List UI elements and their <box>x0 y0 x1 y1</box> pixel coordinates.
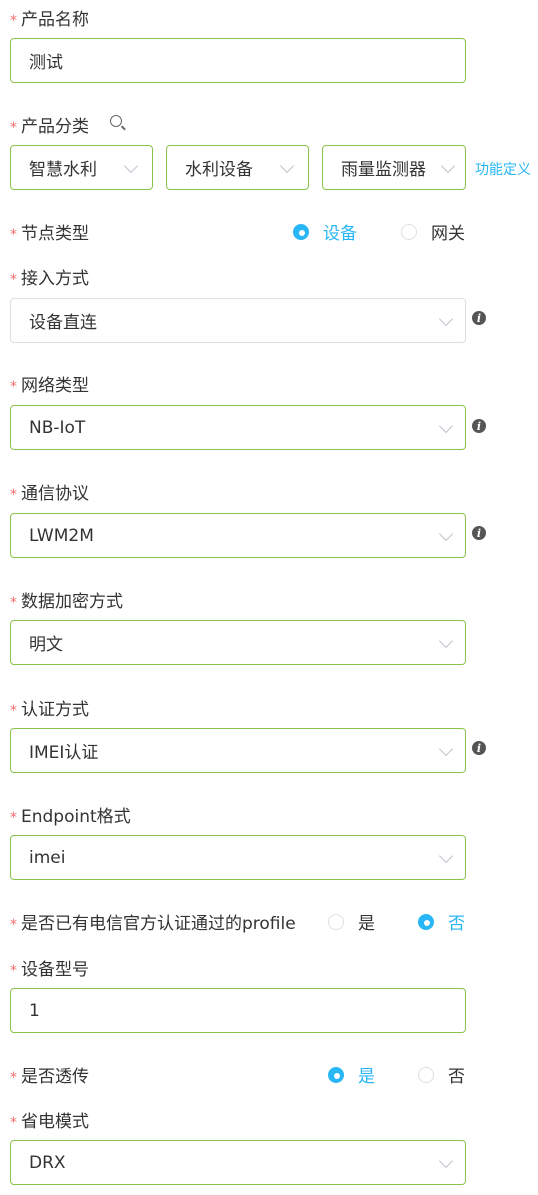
node-type-device-radio[interactable]: 设备 <box>293 219 357 244</box>
power-mode-select[interactable]: DRX <box>10 1140 466 1185</box>
info-icon[interactable]: i <box>472 419 486 433</box>
passthrough-yes-radio[interactable]: 是 <box>328 1062 375 1087</box>
telecom-profile-yes-radio[interactable]: 是 <box>328 909 375 934</box>
category-level3-select[interactable]: 雨量监测器 <box>322 145 466 190</box>
encryption-label: * 数据加密方式 <box>10 592 123 612</box>
protocol-label: * 通信协议 <box>10 484 89 504</box>
auth-method-label: * 认证方式 <box>10 700 89 720</box>
node-type-gateway-radio[interactable]: 网关 <box>401 219 465 244</box>
passthrough-label: * 是否透传 <box>10 1067 89 1087</box>
chevron-down-icon <box>123 158 139 173</box>
access-method-label: * 接入方式 <box>10 269 89 289</box>
telecom-profile-no-radio[interactable]: 否 <box>418 909 465 934</box>
network-type-select[interactable]: NB-IoT <box>10 405 466 450</box>
endpoint-format-label: * Endpoint格式 <box>10 807 131 827</box>
node-type-label: * 节点类型 <box>10 224 89 244</box>
telecom-profile-label: * 是否已有电信官方认证通过的profile <box>10 914 296 934</box>
encryption-select[interactable]: 明文 <box>10 620 466 665</box>
chevron-down-icon <box>438 418 454 433</box>
product-name-label: * 产品名称 <box>10 10 89 30</box>
product-name-input[interactable]: 测试 <box>10 38 466 83</box>
chevron-down-icon <box>438 1153 454 1168</box>
chevron-down-icon <box>438 526 454 541</box>
chevron-down-icon <box>438 633 454 648</box>
chevron-down-icon <box>279 158 295 173</box>
chevron-down-icon <box>438 311 454 326</box>
product-category-label: * 产品分类 <box>10 117 89 137</box>
category-level1-select[interactable]: 智慧水利 <box>10 145 153 190</box>
network-type-label: * 网络类型 <box>10 376 89 396</box>
device-model-input[interactable]: 1 <box>10 988 466 1033</box>
endpoint-format-select[interactable]: imei <box>10 835 466 880</box>
access-method-select[interactable]: 设备直连 <box>10 298 466 343</box>
auth-method-select[interactable]: IMEI认证 <box>10 728 466 773</box>
info-icon[interactable]: i <box>472 311 486 325</box>
chevron-down-icon <box>438 741 454 756</box>
search-icon[interactable] <box>110 115 122 127</box>
function-definition-link[interactable]: 功能定义 <box>475 159 531 179</box>
category-level2-select[interactable]: 水利设备 <box>166 145 309 190</box>
info-icon[interactable]: i <box>472 526 486 540</box>
protocol-select[interactable]: LWM2M <box>10 513 466 558</box>
info-icon[interactable]: i <box>472 741 486 755</box>
passthrough-no-radio[interactable]: 否 <box>418 1062 465 1087</box>
device-model-label: * 设备型号 <box>10 960 89 980</box>
power-mode-label: * 省电模式 <box>10 1112 89 1132</box>
chevron-down-icon <box>438 848 454 863</box>
